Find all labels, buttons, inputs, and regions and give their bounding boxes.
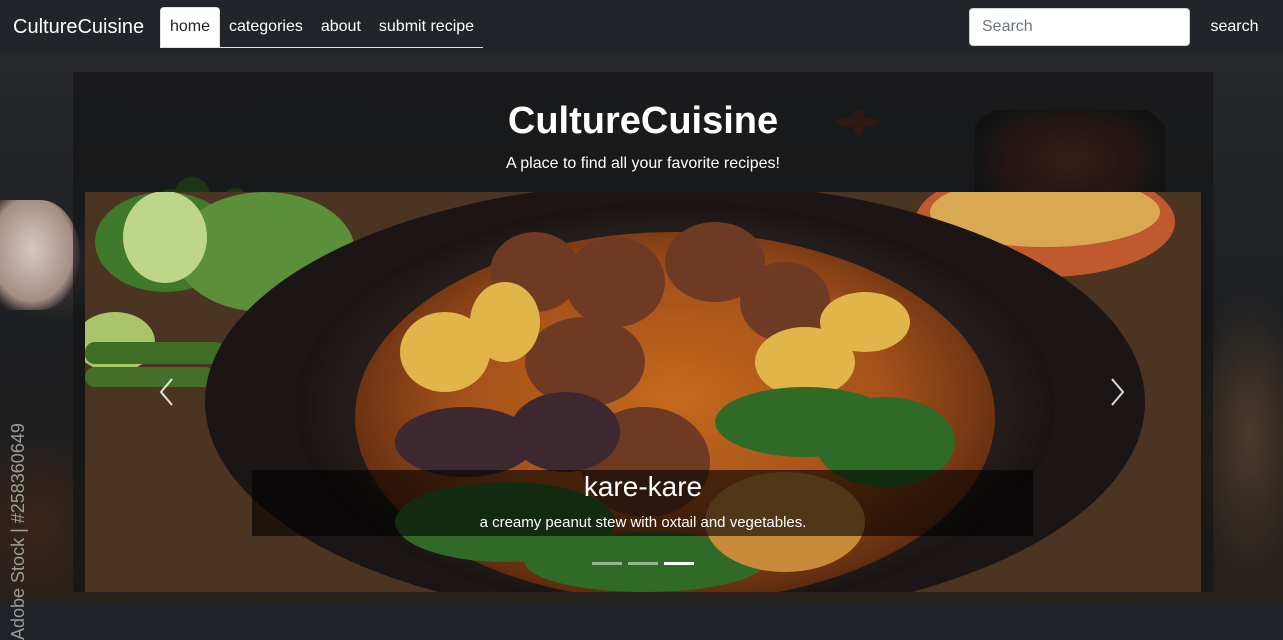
- search-input[interactable]: [969, 8, 1190, 46]
- chevron-left-icon: [159, 378, 173, 406]
- carousel-indicator-3[interactable]: [664, 562, 694, 565]
- tab-home[interactable]: home: [160, 7, 221, 47]
- nav-tabs: home categories about submit recipe: [160, 6, 484, 48]
- carousel-indicator-1[interactable]: [592, 562, 622, 565]
- hero-subtitle: A place to find all your favorite recipe…: [506, 155, 780, 172]
- carousel-prev-button[interactable]: [147, 362, 187, 422]
- slide-caption-title: kare-kare: [583, 471, 703, 502]
- slide-caption-text: a creamy peanut stew with oxtail and veg…: [479, 514, 807, 531]
- carousel-indicators: [592, 562, 694, 566]
- tab-categories[interactable]: categories: [220, 7, 312, 47]
- recipe-carousel: kare-kare a creamy peanut stew with oxta…: [85, 192, 1201, 592]
- carousel-indicator-2[interactable]: [628, 562, 658, 565]
- top-navbar: CultureCuisine home categories about sub…: [0, 0, 1283, 55]
- tab-submit-recipe[interactable]: submit recipe: [370, 7, 483, 47]
- stock-watermark: Adobe Stock | #258360649: [8, 423, 28, 640]
- hero-title: CultureCuisine: [507, 100, 779, 142]
- chevron-right-icon: [1111, 378, 1125, 406]
- brand-link[interactable]: CultureCuisine: [13, 14, 144, 40]
- search-button[interactable]: search: [1198, 8, 1271, 46]
- carousel-next-button[interactable]: [1097, 362, 1137, 422]
- tab-about[interactable]: about: [312, 7, 370, 47]
- salt-bowl-image: [0, 200, 80, 310]
